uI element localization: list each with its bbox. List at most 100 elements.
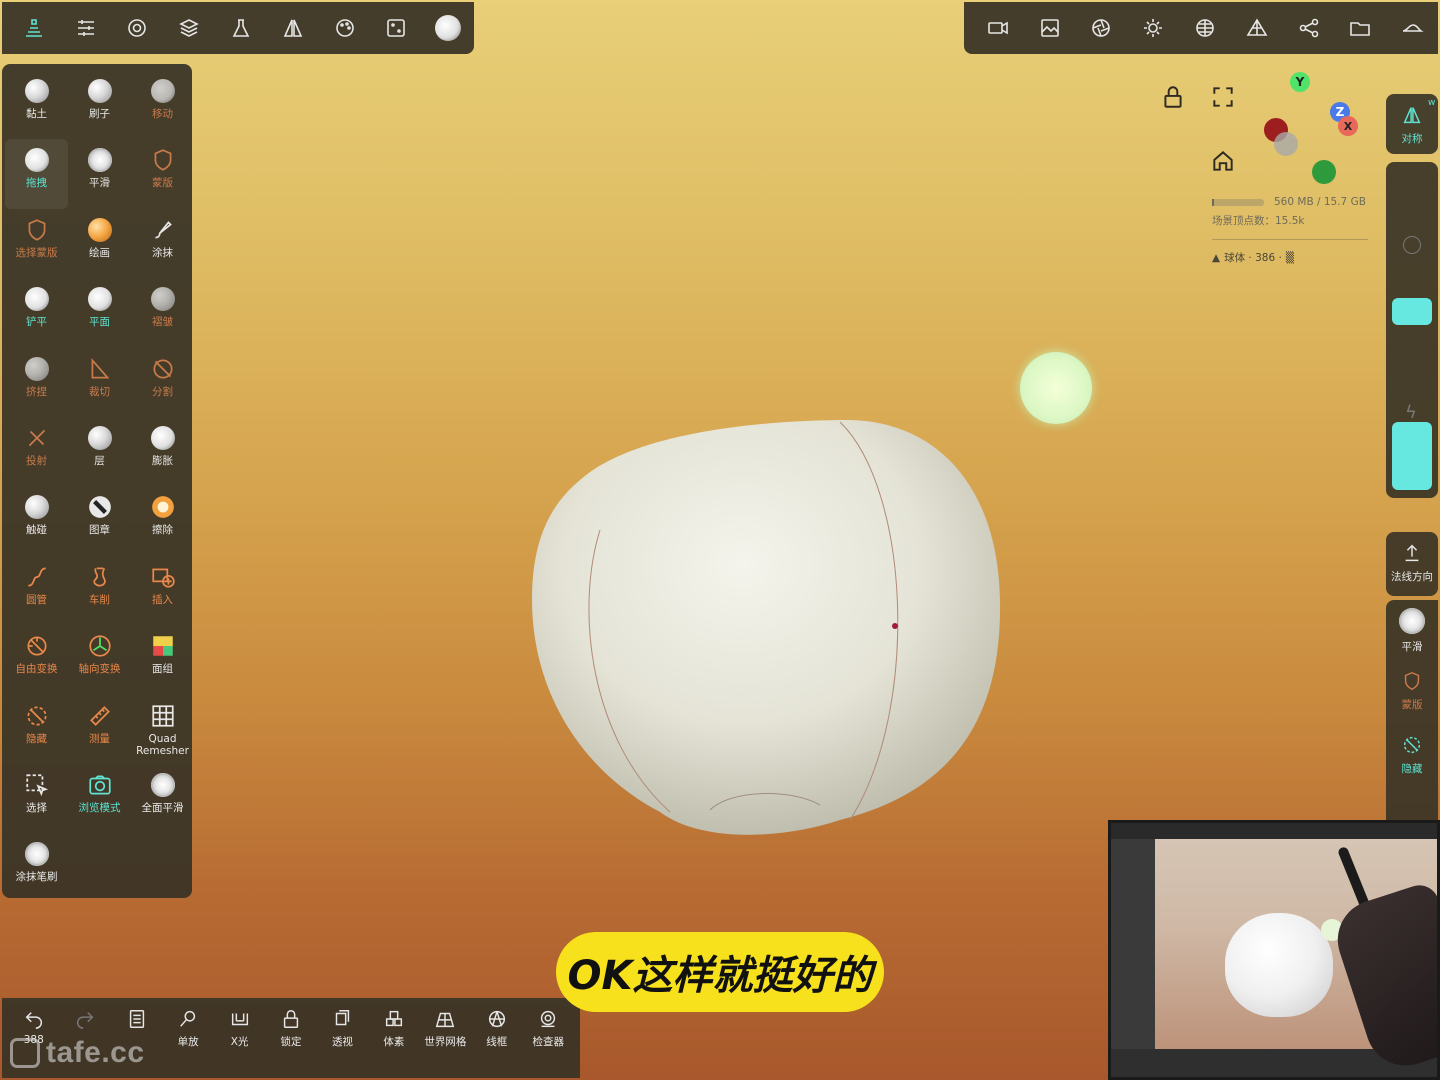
object-info[interactable]: ▲ 球体 · 386 · ▒: [1212, 250, 1294, 265]
image-icon[interactable]: [1024, 2, 1076, 54]
tool-5[interactable]: 蒙版: [131, 139, 194, 208]
tool-label: 褶皱: [152, 316, 173, 329]
palette-icon[interactable]: [319, 2, 371, 54]
tool-2[interactable]: 移动: [131, 70, 194, 139]
tool-29[interactable]: Quad Remesher: [131, 695, 194, 764]
orientation-gizmo[interactable]: Y Z X: [1250, 66, 1370, 196]
normal-direction-button[interactable]: 法线方向: [1386, 532, 1438, 584]
tool-7[interactable]: 绘画: [68, 209, 131, 278]
aperture-icon[interactable]: [1076, 2, 1128, 54]
tool-10[interactable]: 平面: [68, 278, 131, 347]
tool-19[interactable]: 图章: [68, 486, 131, 555]
dice-icon[interactable]: [370, 2, 422, 54]
sphere-icon: [150, 425, 176, 451]
sphere-icon: [87, 286, 113, 312]
sphere-tool-icon[interactable]: [422, 2, 474, 54]
bottom-tool-3[interactable]: 单放: [162, 1008, 213, 1078]
bottom-tool-8[interactable]: 世界网格: [420, 1008, 471, 1078]
axis-x[interactable]: X: [1338, 116, 1358, 136]
sphere-icon: [87, 78, 113, 104]
top-toolbar-right: [964, 2, 1438, 54]
mask-shield-icon: [150, 147, 176, 173]
sphere-icon: [24, 147, 50, 173]
tool-label: 移动: [152, 108, 173, 120]
bottom-tool-9[interactable]: 线框: [471, 1008, 522, 1078]
lock-icon[interactable]: [1160, 84, 1186, 110]
symmetry-w-badge: w: [1428, 98, 1436, 108]
tool-15[interactable]: 投射: [5, 417, 68, 486]
tool-20[interactable]: 擦除: [131, 486, 194, 555]
tool-11[interactable]: 褶皱: [131, 278, 194, 347]
tool-label: 分割: [152, 385, 173, 398]
mesh-pyramid-icon[interactable]: [1231, 2, 1283, 54]
tool-label: 涂抹笔刷: [15, 871, 58, 884]
tool-33[interactable]: 涂抹笔刷: [5, 833, 68, 902]
tool-22[interactable]: 车削: [68, 556, 131, 625]
intensity-slider[interactable]: ϟ: [1386, 338, 1438, 496]
tool-23[interactable]: 插入: [131, 556, 194, 625]
hide-icon: [24, 703, 50, 729]
bottom-tool-5[interactable]: 锁定: [265, 1008, 316, 1078]
symmetry-icon[interactable]: [267, 2, 319, 54]
tool-28[interactable]: 测量: [68, 695, 131, 764]
hide-icon: [1403, 736, 1421, 754]
tool-17[interactable]: 膨胀: [131, 417, 194, 486]
share-nodes-icon[interactable]: [1283, 2, 1335, 54]
layers-stack-icon[interactable]: [8, 2, 60, 54]
flask-icon[interactable]: [215, 2, 267, 54]
sun-icon[interactable]: [1127, 2, 1179, 54]
axis-neg-y[interactable]: [1312, 160, 1336, 184]
folder-icon[interactable]: [1334, 2, 1386, 54]
bottom-tool-10[interactable]: 检查器: [523, 1008, 574, 1078]
tool-13[interactable]: 裁切: [68, 348, 131, 417]
pip-hand: [1327, 880, 1437, 1076]
tool-30[interactable]: 选择: [5, 764, 68, 833]
sliders-icon[interactable]: [60, 2, 112, 54]
quick-mask-button[interactable]: 蒙版: [1386, 664, 1438, 728]
bottom-tool-4[interactable]: X光: [214, 1008, 265, 1078]
mesh-icon: ▲: [1212, 251, 1221, 264]
quick-smooth-button[interactable]: 平滑: [1386, 600, 1438, 664]
axis-x-label: X: [1343, 119, 1353, 133]
tool-32[interactable]: 全面平滑: [131, 764, 194, 833]
pip-toolbar: [1111, 823, 1437, 839]
tool-27[interactable]: 隐藏: [5, 695, 68, 764]
tool-26[interactable]: 面组: [131, 625, 194, 694]
axis-neg-z[interactable]: [1274, 132, 1298, 156]
tool-label: 平面: [89, 316, 110, 329]
fullscreen-icon[interactable]: [1210, 84, 1236, 110]
tool-18[interactable]: 触碰: [5, 486, 68, 555]
tool-12[interactable]: 挤捏: [5, 348, 68, 417]
bottom-tool-7[interactable]: 体素: [368, 1008, 419, 1078]
bottom-tool-label: 单放: [177, 1036, 199, 1048]
stamp-icon: [87, 494, 113, 520]
inspector-icon: [541, 1010, 556, 1028]
tool-21[interactable]: 圆管: [5, 556, 68, 625]
tool-16[interactable]: 层: [68, 417, 131, 486]
tool-label: 绘画: [89, 246, 110, 259]
tool-14[interactable]: 分割: [131, 348, 194, 417]
tool-4[interactable]: 平滑: [68, 139, 131, 208]
bottom-tool-6[interactable]: 透视: [317, 1008, 368, 1078]
split-icon: [150, 356, 176, 382]
tool-24[interactable]: 自由变换: [5, 625, 68, 694]
sculpt-mesh[interactable]: [520, 410, 1010, 850]
tool-0[interactable]: 黏土: [5, 70, 68, 139]
home-icon[interactable]: [1210, 148, 1236, 174]
tool-1[interactable]: 刷子: [68, 70, 131, 139]
layers-icon[interactable]: [163, 2, 215, 54]
tool-9[interactable]: 铲平: [5, 278, 68, 347]
tool-8[interactable]: 涂抹: [131, 209, 194, 278]
quick-hide-button[interactable]: 隐藏: [1386, 728, 1438, 792]
tool-3[interactable]: 拖拽: [5, 139, 68, 209]
hat-icon[interactable]: [1386, 2, 1438, 54]
lathe-icon: [87, 564, 113, 590]
tool-25[interactable]: 轴向变换: [68, 625, 131, 694]
radius-slider[interactable]: [1386, 162, 1438, 332]
camera-video-icon[interactable]: [972, 2, 1024, 54]
axis-y[interactable]: Y: [1290, 72, 1310, 92]
globe-grid-icon[interactable]: [1179, 2, 1231, 54]
tool-31[interactable]: 浏览模式: [68, 764, 131, 833]
tool-6[interactable]: 选择蒙版: [5, 209, 68, 278]
settings-gear-icon[interactable]: [112, 2, 164, 54]
